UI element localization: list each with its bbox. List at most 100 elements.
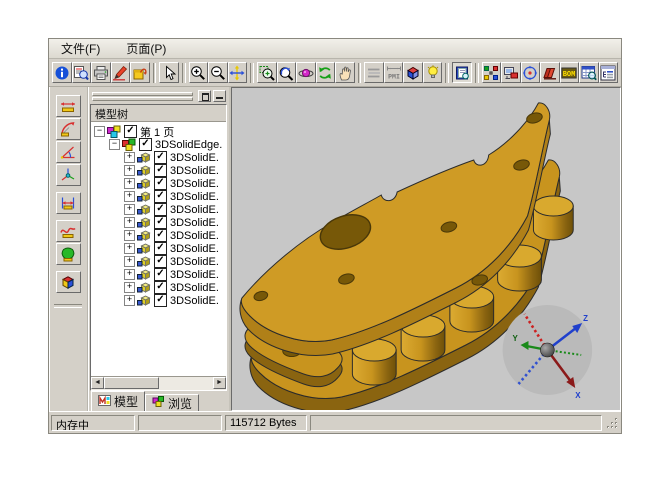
tree-row[interactable]: +✓3DSolidE. — [91, 190, 226, 203]
tree-item-checkbox[interactable]: ✓ — [154, 268, 167, 281]
refresh-button[interactable] — [316, 62, 336, 83]
table-search-button[interactable] — [579, 62, 599, 83]
tab-model[interactable]: 模型 — [91, 391, 145, 411]
tree-item-checkbox[interactable]: ✓ — [154, 216, 167, 229]
tree-item-checkbox[interactable]: ✓ — [154, 164, 167, 177]
pmi-button[interactable]: PMI — [384, 62, 404, 83]
scroll-left-icon[interactable]: ◄ — [91, 377, 104, 389]
tree-row[interactable]: + ✓3DSolidE. — [91, 229, 226, 242]
tree-view-button[interactable] — [599, 62, 619, 83]
edit-pen-button[interactable] — [111, 62, 131, 83]
expand-toggle-icon[interactable]: + — [124, 217, 135, 228]
tree-row[interactable]: −✓第 1 页 — [91, 125, 226, 138]
tree-item-checkbox[interactable]: ✓ — [154, 255, 167, 268]
tree-item-checkbox[interactable]: ✓ — [154, 151, 167, 164]
tree-item-label[interactable]: 3DSolidE. — [170, 165, 219, 177]
expand-toggle-icon[interactable]: + — [124, 152, 135, 163]
dim-angle-button[interactable] — [56, 141, 81, 163]
expand-toggle-icon[interactable]: + — [124, 191, 135, 202]
expand-toggle-icon[interactable]: + — [124, 243, 135, 254]
dim-horizontal-button[interactable] — [56, 95, 81, 117]
menu-item-file[interactable]: 文件(F) — [59, 39, 102, 58]
scrollbar-track[interactable] — [159, 377, 213, 390]
panel-hide-button[interactable] — [213, 90, 226, 102]
tree-row[interactable]: + ✓3DSolidE. — [91, 281, 226, 294]
expand-toggle-icon[interactable]: + — [124, 295, 135, 306]
menu-item-page[interactable]: 页面(P) — [124, 39, 168, 58]
tree-item-checkbox[interactable]: ✓ — [154, 177, 167, 190]
expand-toggle-icon[interactable]: + — [124, 230, 135, 241]
tab-browse[interactable]: 浏览 — [145, 394, 199, 411]
tree-item-label[interactable]: 3DSolidE. — [170, 269, 219, 281]
tree-row[interactable]: + ✓3DSolidE. — [91, 177, 226, 190]
view-cube-button[interactable] — [403, 62, 423, 83]
dim-area-button[interactable] — [56, 243, 81, 265]
tree-item-label[interactable]: 3DSolidE. — [170, 282, 219, 294]
scrollbar-thumb[interactable] — [104, 377, 159, 389]
tree-item-label[interactable]: 3DSolidE. — [170, 243, 219, 255]
viewport-3d-model[interactable]: Z X Y — [232, 88, 620, 410]
expand-toggle-icon[interactable]: + — [124, 256, 135, 267]
layers-button[interactable] — [364, 62, 384, 83]
zoom-window-button[interactable] — [257, 62, 277, 83]
tree-item-checkbox[interactable]: ✓ — [154, 294, 167, 307]
tree-item-checkbox[interactable]: ✓ — [139, 138, 152, 151]
tree-row[interactable]: + ✓3DSolidE. — [91, 242, 226, 255]
rotate-center-button[interactable] — [521, 62, 541, 83]
rotate-3d-button[interactable] — [296, 62, 316, 83]
tree-hscrollbar[interactable]: ◄ ► — [91, 376, 226, 390]
expand-toggle-icon[interactable]: + — [124, 269, 135, 280]
tree-item-label[interactable]: 3DSolidE. — [170, 204, 219, 216]
dim-volume-button[interactable] — [56, 271, 81, 293]
print-preview-button[interactable] — [72, 62, 92, 83]
tree-row[interactable]: + ✓3DSolidE. — [91, 151, 226, 164]
dim-curve-button[interactable] — [56, 220, 81, 242]
dim-distance-button[interactable] — [56, 192, 81, 214]
tree-item-label[interactable]: 3DSolidE. — [170, 256, 219, 268]
tree-row[interactable]: +✓3DSolidE. — [91, 164, 226, 177]
collapse-toggle-icon[interactable]: − — [109, 139, 120, 150]
tree-row[interactable]: + ✓3DSolidE. — [91, 216, 226, 229]
print-button[interactable] — [91, 62, 111, 83]
axis-gizmo[interactable]: Z X Y — [503, 305, 593, 400]
tree-row[interactable]: + ✓3DSolidE. — [91, 268, 226, 281]
tree-item-label[interactable]: 3DSolidE. — [170, 178, 219, 190]
dim-radius-button[interactable] — [56, 118, 81, 140]
tree-item-label[interactable]: 3DSolidE. — [170, 295, 219, 307]
tree-row[interactable]: − ✓3DSolidEdge. — [91, 138, 226, 151]
tree-item-label[interactable]: 3DSolidEdge. — [155, 139, 222, 151]
tree-item-label[interactable]: 3DSolidE. — [170, 217, 219, 229]
zoom-dynamic-button[interactable] — [277, 62, 297, 83]
export-button[interactable] — [130, 62, 150, 83]
tree-item-label[interactable]: 3DSolidE. — [170, 230, 219, 242]
tree-item-checkbox[interactable]: ✓ — [154, 203, 167, 216]
notebook-button[interactable] — [452, 62, 472, 83]
select-cursor-button[interactable] — [159, 62, 179, 83]
zoom-in-button[interactable] — [189, 62, 209, 83]
panel-titlebar[interactable] — [88, 87, 229, 103]
component-button[interactable] — [501, 62, 521, 83]
tree-item-checkbox[interactable]: ✓ — [154, 229, 167, 242]
light-bulb-button[interactable] — [423, 62, 443, 83]
scroll-right-icon[interactable]: ► — [213, 377, 226, 389]
tree-row[interactable]: + ✓3DSolidE. — [91, 203, 226, 216]
tree-item-checkbox[interactable]: ✓ — [154, 190, 167, 203]
tree-item-label[interactable]: 3DSolidE. — [170, 152, 219, 164]
dim-coordinate-button[interactable] — [56, 164, 81, 186]
zoom-out-button[interactable] — [208, 62, 228, 83]
books-stack-button[interactable] — [540, 62, 560, 83]
panel-restore-button[interactable] — [198, 90, 211, 102]
tree-item-checkbox[interactable]: ✓ — [154, 242, 167, 255]
explode-assembly-button[interactable] — [482, 62, 502, 83]
bom-button[interactable]: BOM — [560, 62, 580, 83]
tree-item-checkbox[interactable]: ✓ — [124, 125, 137, 138]
info-button[interactable] — [52, 62, 72, 83]
collapse-toggle-icon[interactable]: − — [94, 126, 105, 137]
tree-row[interactable]: + ✓3DSolidE. — [91, 294, 226, 307]
resize-grip[interactable] — [605, 416, 619, 430]
tree-row[interactable]: + ✓3DSolidE. — [91, 255, 226, 268]
expand-toggle-icon[interactable]: + — [124, 282, 135, 293]
expand-toggle-icon[interactable]: + — [124, 204, 135, 215]
tree-item-checkbox[interactable]: ✓ — [154, 281, 167, 294]
expand-toggle-icon[interactable]: + — [124, 178, 135, 189]
